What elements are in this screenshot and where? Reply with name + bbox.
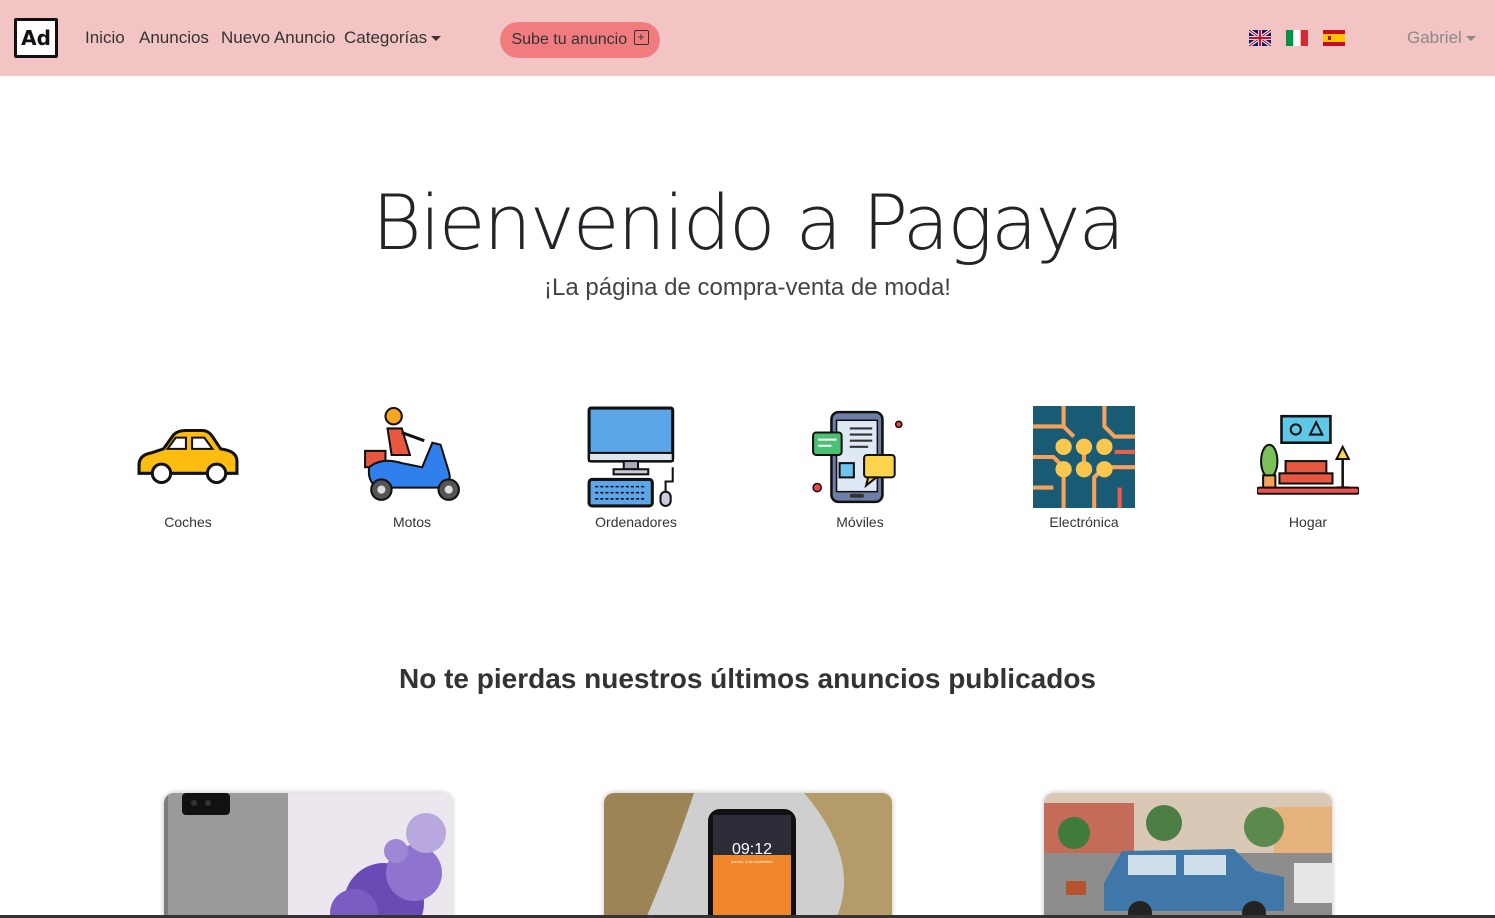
category-ordenadores[interactable]: Ordenadores — [576, 406, 696, 530]
categories-dropdown[interactable]: Categorías — [344, 28, 442, 48]
category-label: Móviles — [836, 514, 884, 530]
category-moviles[interactable]: Móviles — [800, 406, 920, 530]
car-icon — [137, 428, 239, 485]
ad-image-iphone: 09:12 jueves, 4 de noviembre — [604, 793, 892, 918]
uk-flag-icon[interactable] — [1249, 30, 1271, 46]
spain-flag-icon[interactable] — [1323, 30, 1345, 46]
category-label: Ordenadores — [595, 514, 677, 530]
user-menu[interactable]: Gabriel — [1407, 28, 1476, 48]
scooter-icon — [364, 407, 460, 501]
phone-date: jueves, 4 de noviembre — [730, 859, 773, 864]
category-label: Hogar — [1288, 514, 1328, 530]
computer-icon — [587, 406, 675, 508]
upload-ad-label: Sube tu anuncio — [511, 31, 628, 48]
nav-link-inicio[interactable]: Inicio — [85, 28, 125, 48]
upload-ad-button[interactable]: Sube tu anuncio + — [500, 22, 660, 58]
italy-flag-icon[interactable] — [1286, 30, 1308, 46]
ad-image-phone-samsung — [164, 793, 452, 918]
latest-ads-title: No te pierdas nuestros últimos anuncios … — [398, 663, 1096, 694]
category-coches[interactable]: Coches — [128, 406, 248, 530]
category-label: Motos — [392, 514, 432, 530]
chevron-down-icon — [1465, 36, 1476, 42]
ad-card-2[interactable]: 09:12 jueves, 4 de noviembre — [604, 793, 892, 918]
user-name: Gabriel — [1407, 28, 1462, 47]
category-hogar[interactable]: Hogar — [1248, 406, 1368, 530]
category-label: Coches — [164, 514, 212, 530]
chevron-down-icon — [431, 36, 442, 42]
page-title: Bienvenido a Pagaya — [371, 178, 1125, 267]
category-motos[interactable]: Motos — [352, 406, 472, 530]
category-electronica[interactable]: Electrónica — [1024, 406, 1144, 530]
smartphone-icon — [812, 410, 903, 504]
nav-link-anuncios[interactable]: Anuncios — [139, 28, 209, 48]
categories-dropdown-label: Categorías — [344, 28, 428, 47]
logo[interactable]: Ad — [14, 18, 58, 58]
ad-card-1[interactable] — [164, 793, 452, 918]
phone-clock: 09:12 — [732, 841, 772, 858]
ad-card-3[interactable] — [1044, 793, 1332, 918]
plus-square-icon: + — [633, 30, 649, 46]
home-furniture-icon — [1257, 414, 1359, 495]
page-subtitle: ¡La página de compra-venta de moda! — [544, 274, 951, 301]
category-label: Electrónica — [1049, 514, 1119, 530]
navbar: Ad Inicio Anuncios Nuevo Anuncio Categor… — [0, 0, 1495, 76]
circuit-icon — [1033, 406, 1135, 508]
ad-image-car — [1044, 793, 1332, 918]
nav-link-nuevo-anuncio[interactable]: Nuevo Anuncio — [221, 28, 335, 48]
